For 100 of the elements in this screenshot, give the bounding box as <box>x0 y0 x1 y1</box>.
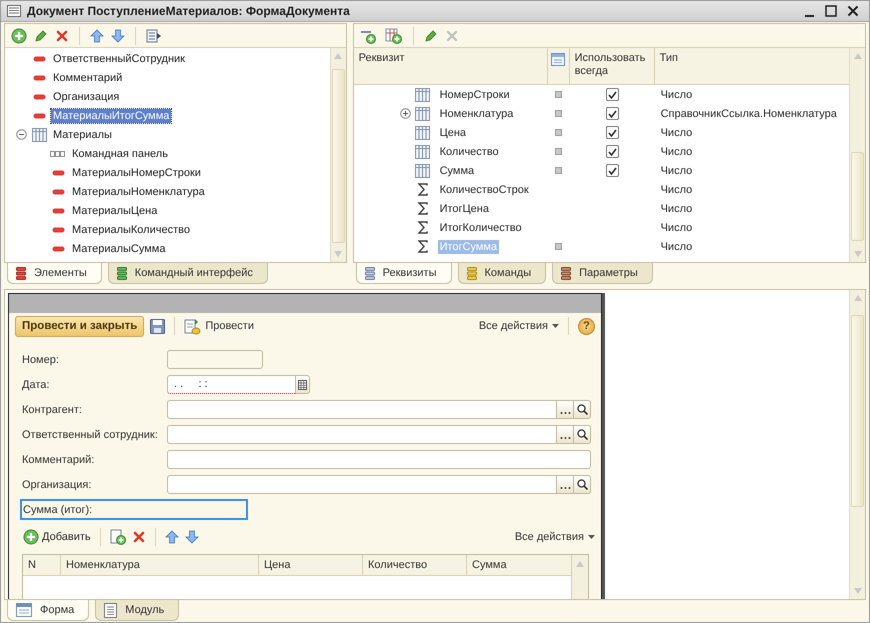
attribute-name[interactable]: Сумма <box>438 164 476 178</box>
select-button[interactable] <box>557 425 574 444</box>
check-icon <box>608 128 617 136</box>
maximize-icon[interactable] <box>825 5 837 17</box>
tree-item[interactable]: МатериалыНомерСтроки <box>70 166 203 180</box>
add-table-icon[interactable] <box>384 28 403 44</box>
arrow-up-icon[interactable] <box>90 28 104 42</box>
tree-item[interactable]: МатериалыСумма <box>70 242 168 256</box>
column-header[interactable]: Цена <box>259 555 363 575</box>
attribute-name[interactable]: НомерСтроки <box>438 88 512 102</box>
scrollbar[interactable] <box>330 48 346 262</box>
tree-item[interactable]: МатериалыЦена <box>70 204 160 218</box>
tree-item[interactable]: МатериалыКоличество <box>70 222 192 236</box>
post-button[interactable]: Провести <box>184 318 254 334</box>
expand-icon[interactable] <box>400 108 412 119</box>
arrow-down-icon[interactable] <box>184 530 199 544</box>
attribute-name[interactable]: ИтогКоличество <box>438 220 524 234</box>
flag-marker[interactable] <box>555 129 562 136</box>
all-actions-menu[interactable]: Все действия <box>478 320 559 332</box>
flag-marker[interactable] <box>555 110 562 117</box>
add-copy-icon[interactable] <box>110 529 126 545</box>
add-icon[interactable] <box>11 28 27 44</box>
label-item[interactable]: Сумма (итог): <box>20 499 248 520</box>
tab[interactable]: Элементы <box>7 263 102 284</box>
post-document-icon[interactable] <box>184 318 202 334</box>
input-field[interactable] <box>167 350 263 369</box>
checkbox[interactable] <box>606 107 619 120</box>
date-field[interactable]: . . : : <box>167 375 296 394</box>
attribute-name[interactable]: Цена <box>438 126 468 140</box>
delete-icon[interactable] <box>132 530 146 544</box>
type-cell-text: Число <box>660 222 694 234</box>
input-field[interactable] <box>167 475 557 494</box>
tree-item[interactable]: Материалы <box>51 128 114 142</box>
tree-item[interactable]: МатериалыИтогСумма <box>51 108 172 122</box>
arrow-down-icon[interactable] <box>111 28 125 42</box>
attribute-name[interactable]: КоличествоСтрок <box>438 182 531 196</box>
checkbox[interactable] <box>606 88 619 101</box>
type-cell-text: Число <box>660 146 694 158</box>
help-button[interactable]: ? <box>578 318 595 334</box>
attribute-name[interactable]: Номенклатура <box>438 106 516 120</box>
pencil-icon[interactable] <box>424 28 438 42</box>
attribute-name[interactable]: Количество <box>438 144 501 158</box>
more-icon <box>560 436 570 440</box>
all-actions-menu[interactable]: Все действия <box>514 531 595 543</box>
tab[interactable]: Параметры <box>552 263 653 284</box>
column-header[interactable]: Тип <box>654 48 849 84</box>
sigma-icon <box>416 240 429 253</box>
tree-item[interactable]: ОтветственныйСотрудник <box>51 52 187 66</box>
select-button[interactable] <box>557 475 574 494</box>
check-icon <box>608 90 617 98</box>
scrollbar[interactable] <box>849 48 865 262</box>
column-header[interactable]: N <box>23 555 61 575</box>
flag-marker[interactable] <box>555 243 562 250</box>
checkbox[interactable] <box>606 145 619 158</box>
input-field[interactable] <box>167 450 591 469</box>
flag-marker[interactable] <box>555 91 562 98</box>
column-header[interactable]: Реквизит <box>354 48 548 84</box>
checkbox[interactable] <box>606 126 619 139</box>
open-button[interactable] <box>574 475 591 494</box>
tree-item[interactable]: Организация <box>51 90 122 104</box>
add-button[interactable]: Добавить <box>23 529 91 545</box>
flag-marker[interactable] <box>555 167 562 174</box>
arrow-up-icon[interactable] <box>164 530 179 544</box>
select-button[interactable] <box>557 400 574 419</box>
calendar-icon <box>298 380 307 390</box>
input-field[interactable] <box>167 400 557 419</box>
field-label: Организация: <box>21 478 92 490</box>
caret-icon <box>588 535 595 539</box>
collapse-icon[interactable] <box>16 129 26 140</box>
pencil-icon[interactable] <box>34 28 48 42</box>
column-header[interactable]: Номенклатура <box>61 555 259 575</box>
list-arrow-icon[interactable] <box>146 28 162 42</box>
calendar-button[interactable] <box>296 375 310 394</box>
scrollbar[interactable] <box>849 290 865 599</box>
flag-marker[interactable] <box>555 148 562 155</box>
tab[interactable]: Командный интерфейс <box>108 263 268 284</box>
column-header[interactable]: Количество <box>363 555 467 575</box>
input-field[interactable] <box>167 425 557 444</box>
tab[interactable]: Форма <box>7 600 90 621</box>
field-label: Контрагент: <box>21 404 83 416</box>
tree-item[interactable]: Комментарий <box>51 70 124 84</box>
column-header[interactable]: Сумма <box>467 555 571 575</box>
tree-item[interactable]: Командная панель <box>70 146 170 160</box>
post-and-close-button[interactable]: Провести и закрыть <box>15 316 144 336</box>
sigma-icon <box>416 202 429 215</box>
tab[interactable]: Реквизиты <box>356 263 452 284</box>
add-icon <box>23 529 39 545</box>
open-button[interactable] <box>574 400 591 419</box>
column-header[interactable]: Использовать всегда <box>570 48 655 84</box>
delete-icon[interactable] <box>55 28 69 42</box>
stack-icon <box>364 266 375 280</box>
tab[interactable]: Команды <box>458 263 546 284</box>
field-icon <box>52 226 64 232</box>
tree-item[interactable]: МатериалыНоменклатура <box>70 184 207 198</box>
checkbox[interactable] <box>606 164 619 177</box>
open-button[interactable] <box>574 425 591 444</box>
tab[interactable]: Модуль <box>95 600 180 621</box>
save-icon[interactable] <box>150 318 166 334</box>
close-icon[interactable] <box>847 5 859 17</box>
attribute-name[interactable]: ИтогЦена <box>438 202 491 216</box>
